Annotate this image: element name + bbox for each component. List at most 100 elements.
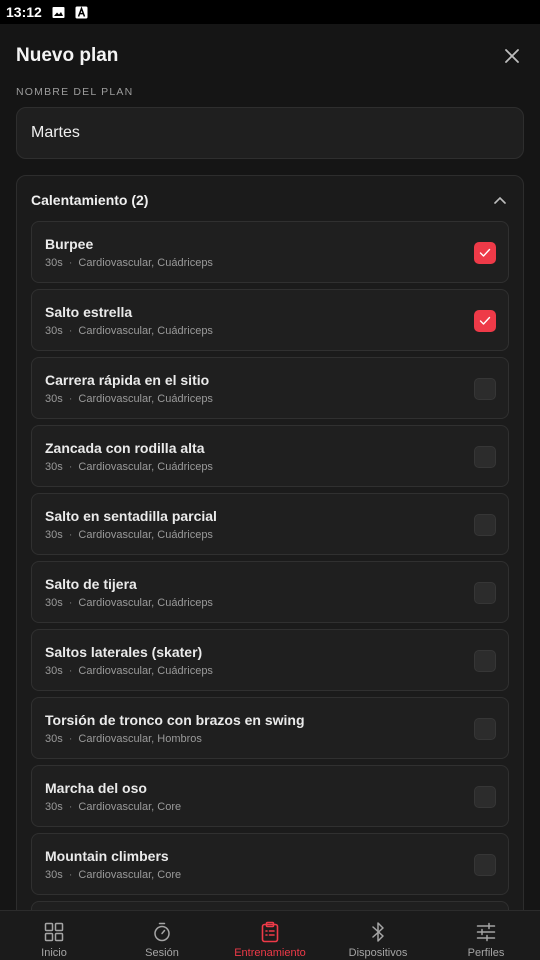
exercise-meta: 30s · Cardiovascular, Cuádriceps <box>45 529 213 541</box>
sliders-icon <box>474 920 498 944</box>
bluetooth-icon <box>366 920 390 944</box>
separator-dot: · <box>68 257 73 269</box>
nav-label: Entrenamiento <box>234 947 306 959</box>
exercise-muscles: Cardiovascular, Core <box>78 869 182 881</box>
exercise-meta: 30s · Cardiovascular, Cuádriceps <box>45 393 213 405</box>
clipboard-icon <box>258 920 282 944</box>
exercise-item[interactable]: Salto estrella 30s · Cardiovascular, Cuádr… <box>31 289 509 351</box>
exercise-meta: 30s · Cardiovascular, Cuádriceps <box>45 257 213 269</box>
exercise-checkbox[interactable] <box>474 446 496 468</box>
exercise-duration: 30s <box>45 733 63 745</box>
exercise-muscles: Cardiovascular, Cuádriceps <box>78 665 213 677</box>
exercise-checkbox[interactable] <box>474 718 496 740</box>
exercise-checkbox[interactable] <box>474 242 496 264</box>
nav-label: Perfiles <box>467 947 505 959</box>
exercise-meta: 30s · Cardiovascular, Cuádriceps <box>45 461 213 473</box>
section-title: Calentamiento (2) <box>31 192 149 208</box>
exercise-checkbox[interactable] <box>474 854 496 876</box>
exercise-duration: 30s <box>45 257 63 269</box>
separator-dot: · <box>68 869 73 881</box>
chevron-up-icon[interactable] <box>491 191 509 209</box>
warmup-section: Calentamiento (2) Burpee 30s · Cardiovascu… <box>16 175 524 960</box>
exercise-duration: 30s <box>45 665 63 677</box>
exercise-muscles: Cardiovascular, Core <box>78 801 182 813</box>
nav-label: Inicio <box>41 947 67 959</box>
exercise-duration: 30s <box>45 325 63 337</box>
nav-label: Sesión <box>145 947 179 959</box>
separator-dot: · <box>68 665 73 677</box>
separator-dot: · <box>68 393 73 405</box>
plan-name-input[interactable] <box>16 107 524 159</box>
exercise-duration: 30s <box>45 801 63 813</box>
new-plan-screen: 13:12 Nuevo plan NOMBRE DEL PLAN Calenta… <box>0 0 540 960</box>
exercise-muscles: Cardiovascular, Cuádriceps <box>78 325 213 337</box>
status-bar: 13:12 <box>0 0 540 24</box>
exercise-name: Marcha del oso <box>45 780 147 796</box>
exercise-name: Carrera rápida en el sitio <box>45 372 210 388</box>
exercise-item[interactable]: Salto en sentadilla parcial 30s · Cardiova… <box>31 493 509 555</box>
exercise-item[interactable]: Mountain climbers 30s · Cardiovascular, Co… <box>31 833 509 895</box>
separator-dot: · <box>68 733 73 745</box>
exercise-name: Mountain climbers <box>45 848 169 864</box>
exercise-checkbox[interactable] <box>474 582 496 604</box>
exercise-duration: 30s <box>45 393 63 405</box>
close-button[interactable] <box>500 44 524 68</box>
check-icon <box>479 316 491 325</box>
status-time: 13:12 <box>6 4 42 20</box>
exercise-meta: 30s · Cardiovascular, Cuádriceps <box>45 325 213 337</box>
exercise-checkbox[interactable] <box>474 786 496 808</box>
exercise-checkbox[interactable] <box>474 650 496 672</box>
header: Nuevo plan <box>16 40 524 72</box>
exercise-muscles: Cardiovascular, Cuádriceps <box>78 393 213 405</box>
exercise-duration: 30s <box>45 461 63 473</box>
separator-dot: · <box>68 597 73 609</box>
exercise-item[interactable]: Torsión de tronco con brazos en swing 30… <box>31 697 509 759</box>
nav-item-inicio[interactable]: Inicio <box>0 911 108 960</box>
nav-item-dispositivos[interactable]: Dispositivos <box>324 911 432 960</box>
exercise-meta: 30s · Cardiovascular, Cuádriceps <box>45 665 213 677</box>
exercise-meta: 30s · Cardiovascular, Core <box>45 801 181 813</box>
exercise-muscles: Cardiovascular, Cuádriceps <box>78 257 213 269</box>
close-icon <box>505 49 519 63</box>
separator-dot: · <box>68 461 73 473</box>
exercise-item[interactable]: Burpee 30s · Cardiovascular, Cuádriceps <box>31 221 509 283</box>
exercise-item[interactable]: Saltos laterales (skater) 30s · Cardiovasc… <box>31 629 509 691</box>
exercise-muscles: Cardiovascular, Hombros <box>78 733 202 745</box>
stopwatch-icon <box>150 920 174 944</box>
exercise-muscles: Cardiovascular, Cuádriceps <box>78 597 213 609</box>
bottom-navigation: Inicio Sesión Entrenamiento Dispositivos… <box>0 910 540 960</box>
nav-item-entrenamiento[interactable]: Entrenamiento <box>216 911 324 960</box>
exercise-meta: 30s · Cardiovascular, Hombros <box>45 733 202 745</box>
exercise-checkbox[interactable] <box>474 310 496 332</box>
separator-dot: · <box>68 529 73 541</box>
plan-name-label: NOMBRE DEL PLAN <box>16 86 134 98</box>
exercise-item[interactable]: Zancada con rodilla alta 30s · Cardiovascu… <box>31 425 509 487</box>
exercise-name: Salto de tijera <box>45 576 137 592</box>
separator-dot: · <box>68 325 73 337</box>
check-icon <box>479 248 491 257</box>
exercise-name: Zancada con rodilla alta <box>45 440 205 456</box>
exercise-item[interactable]: Carrera rápida en el sitio 30s · Cardiovas… <box>31 357 509 419</box>
page-title: Nuevo plan <box>16 45 119 66</box>
image-icon <box>52 6 65 19</box>
exercise-muscles: Cardiovascular, Cuádriceps <box>78 529 213 541</box>
exercise-muscles: Cardiovascular, Cuádriceps <box>78 461 213 473</box>
text-a-icon <box>75 5 88 19</box>
separator-dot: · <box>68 801 73 813</box>
nav-item-sesion[interactable]: Sesión <box>108 911 216 960</box>
section-header[interactable]: Calentamiento (2) <box>17 176 523 224</box>
exercise-name: Saltos laterales (skater) <box>45 644 203 660</box>
exercise-duration: 30s <box>45 529 63 541</box>
exercise-name: Torsión de tronco con brazos en swing <box>45 712 305 728</box>
nav-item-perfiles[interactable]: Perfiles <box>432 911 540 960</box>
exercise-duration: 30s <box>45 869 63 881</box>
exercise-checkbox[interactable] <box>474 378 496 400</box>
exercise-item[interactable]: Salto de tijera 30s · Cardiovascular, Cuád… <box>31 561 509 623</box>
exercise-item[interactable]: Marcha del oso 30s · Cardiovascular, Core <box>31 765 509 827</box>
exercise-name: Salto estrella <box>45 304 133 320</box>
exercise-meta: 30s · Cardiovascular, Core <box>45 869 181 881</box>
grid-icon <box>42 920 66 944</box>
exercise-checkbox[interactable] <box>474 514 496 536</box>
exercise-duration: 30s <box>45 597 63 609</box>
nav-label: Dispositivos <box>348 947 408 959</box>
